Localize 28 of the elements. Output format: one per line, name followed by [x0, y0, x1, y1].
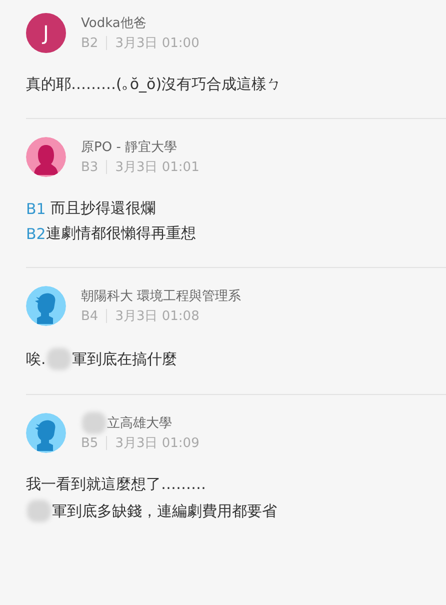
comment-text: 軍到底多缺錢，連編劇費用都要省	[52, 502, 277, 520]
floor-number: B4	[81, 308, 98, 324]
comment-text: 唉.	[26, 350, 46, 368]
censor-blur	[82, 412, 106, 434]
comment-text: 我一看到就這麼想了………	[26, 475, 206, 494]
user-avatar[interactable]: J	[26, 13, 66, 53]
floor-number: B3	[81, 160, 98, 174]
floor-number: B5	[81, 436, 98, 450]
comment-time: 3月3日 01:01	[115, 159, 200, 176]
censor-blur	[27, 500, 51, 522]
comment-time: 3月3日 01:00	[115, 35, 200, 52]
author-name[interactable]: 立高雄大學	[107, 414, 172, 432]
author-name[interactable]: 朝陽科大 環境工程與管理系	[81, 287, 242, 305]
floor-link[interactable]: B1	[26, 200, 46, 218]
user-avatar[interactable]	[26, 286, 66, 326]
comment-time: 3月3日 01:09	[115, 435, 200, 452]
comment-text: 真的耶………(｡ŏ_ŏ)沒有巧合成這樣ㄅ	[26, 75, 282, 94]
user-avatar[interactable]	[26, 137, 66, 177]
comment-text: 連劇情都很懶得再重想	[46, 224, 196, 243]
user-avatar[interactable]	[26, 413, 66, 453]
comment-time: 3月3日 01:08	[115, 308, 200, 325]
author-name[interactable]: 原PO - 靜宜大學	[81, 138, 178, 156]
comment-text: 而且抄得還很爛	[50, 199, 156, 218]
author-name[interactable]: Vodka他爸	[81, 14, 146, 32]
floor-number: B2	[81, 36, 98, 50]
comment-text: 軍到底在搞什麼	[72, 350, 177, 368]
floor-link[interactable]: B2	[26, 224, 46, 242]
censor-blur	[46, 348, 71, 370]
